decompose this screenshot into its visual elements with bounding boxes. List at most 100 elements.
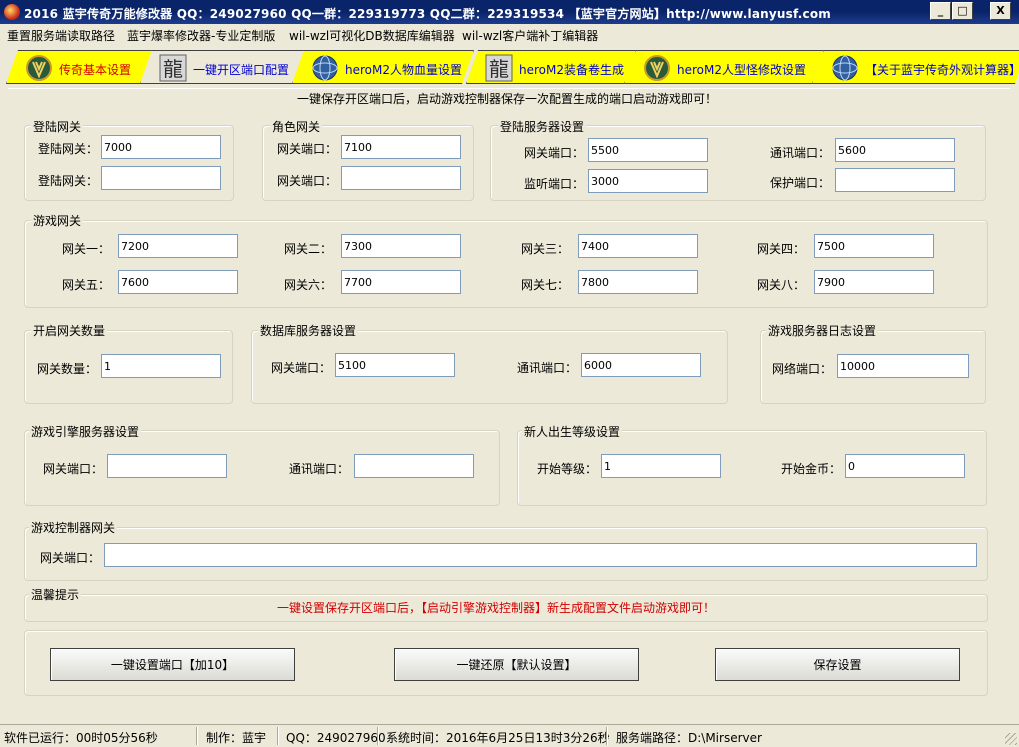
gate-count-input[interactable] <box>101 354 221 378</box>
engine-server-title: 游戏引擎服务器设置 <box>29 423 142 440</box>
login-server-protect-port-input[interactable] <box>835 168 955 192</box>
status-separator <box>196 727 198 745</box>
log-server-label: 网络端口： <box>772 362 833 376</box>
restore-defaults-button[interactable]: 一键还原【默认设置】 <box>394 648 639 681</box>
minimize-button[interactable]: _ <box>930 2 951 20</box>
game-gate-title: 游戏网关 <box>31 212 84 229</box>
menu-item-droprate-editor[interactable]: 蓝宇爆率修改器-专业定制版 <box>127 27 275 44</box>
tab-bar: 传奇基本设置 龍 一键开区端口配置 heroM2人物血量设置 龍 heroM2装… <box>0 44 1019 88</box>
game-gate-port-input-3[interactable] <box>578 234 698 258</box>
menu-item-db-editor[interactable]: wil-wzl可视化DB数据库编辑器 <box>289 27 455 44</box>
tab-hero-scroll-label: heroM2装备卷生成 <box>519 63 624 77</box>
gate-count-label: 网关数量： <box>37 362 98 376</box>
controller-gate-title: 游戏控制器网关 <box>29 519 118 536</box>
warcraft-logo-icon <box>643 54 671 82</box>
login-server-comm-label: 通讯端口： <box>770 146 831 160</box>
log-server-title: 游戏服务器日志设置 <box>766 322 879 339</box>
globe-orb-icon <box>311 54 339 82</box>
tab-port-config-label: 一键开区端口配置 <box>193 63 290 77</box>
save-settings-button[interactable]: 保存设置 <box>715 648 960 681</box>
newbie-gold-input[interactable] <box>845 454 965 478</box>
engine-server-comm-label: 通讯端口： <box>289 462 350 476</box>
resize-grip-icon[interactable] <box>1005 733 1017 745</box>
login-server-protect-label: 保护端口： <box>770 176 831 190</box>
top-note: 一键保存开区端口后，启动游戏控制器保存一次配置生成的端口启动游戏即可！ <box>297 92 718 106</box>
engine-server-gate-label: 网关端口： <box>43 462 104 476</box>
maximize-button[interactable]: □ <box>952 2 973 20</box>
menu-item-client-patch-editor[interactable]: wil-wzl客户端补丁编辑器 <box>462 27 598 44</box>
tab-port-config[interactable]: 龍 一键开区端口配置 <box>140 50 308 84</box>
menu-bar: 重置服务端读取路径 蓝宇爆率修改器-专业定制版 wil-wzl可视化DB数据库编… <box>0 24 1019 44</box>
game-gate-label-4: 网关四： <box>757 242 806 256</box>
controller-gate-port-input[interactable] <box>104 543 977 567</box>
login-server-gate-port-input[interactable] <box>588 138 708 162</box>
status-qq: QQ：249027960 <box>286 731 386 745</box>
game-gate-port-input-1[interactable] <box>118 234 238 258</box>
svg-text:龍: 龍 <box>163 57 183 81</box>
db-server-comm-port-input[interactable] <box>581 353 701 377</box>
tips-title: 温馨提示 <box>29 586 82 603</box>
login-gate-title: 登陆网关 <box>31 118 84 135</box>
login-server-gate-label: 网关端口： <box>524 146 585 160</box>
status-uptime: 软件已运行：00时05分56秒 <box>4 731 158 745</box>
dragon-glyph-icon: 龍 <box>159 54 187 82</box>
login-server-listen-label: 监听端口： <box>524 177 585 191</box>
controller-gate-label: 网关端口： <box>40 551 101 565</box>
engine-server-gate-port-input[interactable] <box>107 454 227 478</box>
set-ports-button[interactable]: 一键设置端口【加10】 <box>50 648 295 681</box>
game-gate-label-2: 网关二： <box>284 242 333 256</box>
tab-about-calculator[interactable]: 【关于蓝宇传奇外观计算器】 <box>812 50 1019 84</box>
login-server-title: 登陆服务器设置 <box>498 118 587 135</box>
game-gate-port-input-8[interactable] <box>814 270 934 294</box>
status-author: 制作：蓝宇 <box>206 731 267 745</box>
warcraft-logo-icon <box>25 54 53 82</box>
db-server-gate-port-input[interactable] <box>335 353 455 377</box>
tab-hero-monster[interactable]: heroM2人型怪修改设置 <box>624 50 824 84</box>
menu-item-reset-path[interactable]: 重置服务端读取路径 <box>7 27 115 44</box>
gate-count-title: 开启网关数量 <box>31 322 108 339</box>
db-server-comm-label: 通讯端口： <box>517 361 578 375</box>
game-gate-label-5: 网关五： <box>62 278 111 292</box>
game-gate-label-1: 网关一： <box>62 242 111 256</box>
tab-about-calculator-label: 【关于蓝宇传奇外观计算器】 <box>865 63 1019 77</box>
login-server-comm-port-input[interactable] <box>835 138 955 162</box>
svg-text:龍: 龍 <box>489 57 509 81</box>
db-server-title: 数据库服务器设置 <box>258 322 359 339</box>
title-bar: 2016 蓝宇传奇万能修改器 QQ：249027960 QQ一群：2293197… <box>0 0 1019 24</box>
newbie-level-label: 开始等级： <box>537 462 598 476</box>
newbie-level-input[interactable] <box>601 454 721 478</box>
login-gate-label-1: 登陆网关： <box>38 142 99 156</box>
game-gate-port-input-7[interactable] <box>578 270 698 294</box>
login-server-listen-port-input[interactable] <box>588 169 708 193</box>
game-gate-port-input-4[interactable] <box>814 234 934 258</box>
role-gate-title: 角色网关 <box>270 118 323 135</box>
role-gate-port-input-2[interactable] <box>341 166 461 190</box>
game-gate-label-6: 网关六： <box>284 278 333 292</box>
status-separator <box>377 727 379 745</box>
login-gate-label-2: 登陆网关： <box>38 174 99 188</box>
role-gate-port-input[interactable] <box>341 135 461 159</box>
log-server-port-input[interactable] <box>837 354 969 378</box>
tab-basic-settings-label: 传奇基本设置 <box>59 63 132 77</box>
game-gate-label-8: 网关八： <box>757 278 806 292</box>
window-title: 2016 蓝宇传奇万能修改器 QQ：249027960 QQ一群：2293197… <box>24 7 832 21</box>
tab-basic-settings[interactable]: 传奇基本设置 <box>6 50 156 84</box>
close-button[interactable]: X <box>990 2 1011 20</box>
tab-hero-hp[interactable]: heroM2人物血量设置 <box>292 50 474 84</box>
status-separator <box>606 727 608 745</box>
game-gate-port-input-2[interactable] <box>341 234 461 258</box>
newbie-title: 新人出生等级设置 <box>522 423 623 440</box>
game-gate-label-3: 网关三： <box>521 242 570 256</box>
game-gate-port-input-5[interactable] <box>118 270 238 294</box>
app-icon <box>4 4 20 20</box>
login-gate-port-input[interactable] <box>101 135 221 159</box>
globe-orb-icon <box>831 54 859 82</box>
login-gate-port-input-2[interactable] <box>101 166 221 190</box>
newbie-gold-label: 开始金币： <box>781 462 842 476</box>
role-gate-label-2: 网关端口： <box>277 174 338 188</box>
engine-server-comm-port-input[interactable] <box>354 454 474 478</box>
dragon-glyph-icon: 龍 <box>485 54 513 82</box>
tab-hero-scroll[interactable]: 龍 heroM2装备卷生成 <box>466 50 636 84</box>
game-gate-port-input-6[interactable] <box>341 270 461 294</box>
db-server-gate-label: 网关端口： <box>271 361 332 375</box>
